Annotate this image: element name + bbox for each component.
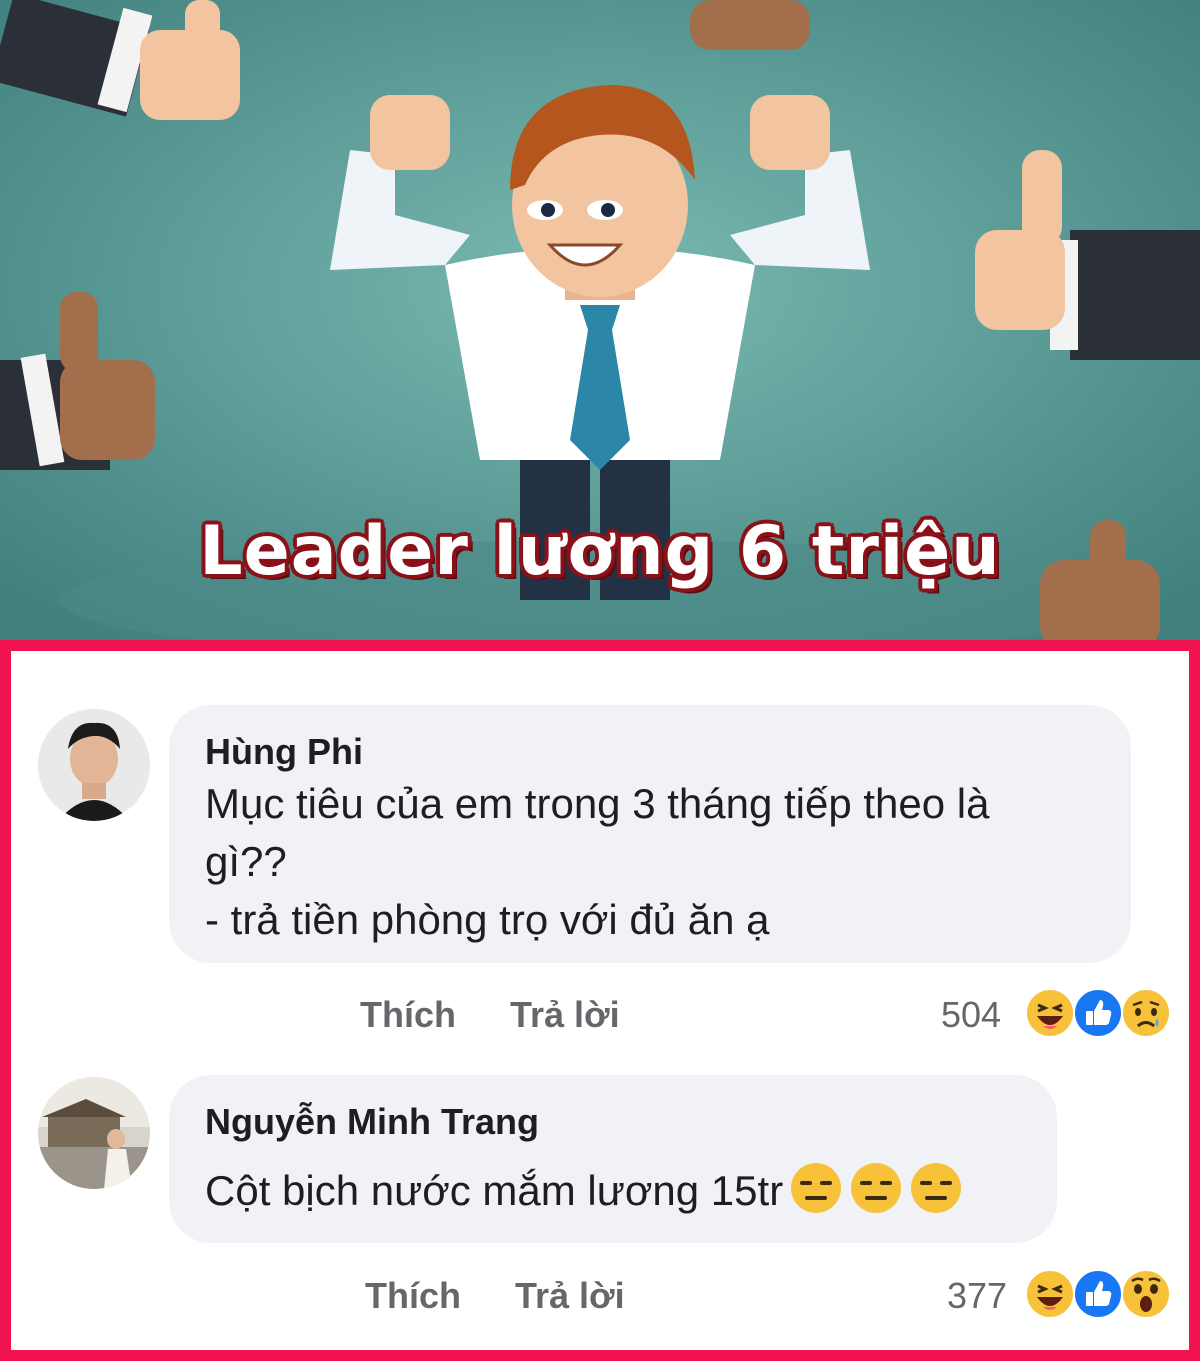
reply-button[interactable]: Trả lời	[515, 1275, 625, 1317]
comment-text-line: - trả tiền phòng trọ với đủ ăn ạ	[205, 896, 770, 943]
comment-bubble: Hùng Phi Mục tiêu của em trong 3 tháng t…	[169, 705, 1131, 963]
comment-text-line: gì??	[205, 838, 287, 885]
reaction-icons[interactable]	[1025, 988, 1175, 1040]
reaction-count[interactable]: 504	[941, 994, 1001, 1036]
comment-text-line: Mục tiêu của em trong 3 tháng tiếp theo …	[205, 780, 990, 827]
like-button[interactable]: Thích	[365, 1275, 461, 1317]
like-icon	[1073, 1269, 1123, 1319]
like-button[interactable]: Thích	[360, 994, 456, 1036]
reply-button[interactable]: Trả lời	[510, 994, 620, 1036]
expressionless-face-icon	[789, 1161, 843, 1215]
like-icon	[1073, 988, 1123, 1038]
thumbs-up-top-right	[690, 0, 810, 50]
comment-author[interactable]: Hùng Phi	[205, 731, 363, 773]
expressionless-face-icon	[909, 1161, 963, 1215]
avatar-nguyen-minh-trang-photo	[38, 1077, 150, 1189]
comment-author[interactable]: Nguyễn Minh Trang	[205, 1101, 539, 1143]
expressionless-face-icon	[849, 1161, 903, 1215]
comment-bubble: Nguyễn Minh Trang Cột bịch nước mắm lươn…	[169, 1075, 1057, 1243]
reaction-count[interactable]: 377	[947, 1275, 1007, 1317]
avatar[interactable]	[38, 1077, 150, 1189]
screenshot-root: Leader lương 6 triệu Hùng Phi Mục tiêu c…	[0, 0, 1200, 1361]
reaction-icons[interactable]	[1025, 1269, 1175, 1321]
sad-icon	[1121, 988, 1171, 1038]
comment-text: Mục tiêu của em trong 3 tháng tiếp theo …	[205, 775, 990, 949]
haha-icon	[1025, 1269, 1075, 1319]
banner-image: Leader lương 6 triệu	[0, 0, 1200, 640]
comment-text-line: Cột bịch nước mắm lương 15tr	[205, 1161, 963, 1220]
avatar-hung-phi-photo	[38, 709, 150, 821]
wow-icon	[1121, 1269, 1171, 1319]
comment-text-content: Cột bịch nước mắm lương 15tr	[205, 1167, 784, 1214]
avatar[interactable]	[38, 709, 150, 821]
banner-title: Leader lương 6 triệu	[199, 512, 1001, 591]
comment-text: Cột bịch nước mắm lương 15tr	[205, 1161, 963, 1220]
haha-icon	[1025, 988, 1075, 1038]
comments-panel: Hùng Phi Mục tiêu của em trong 3 tháng t…	[0, 640, 1200, 1361]
